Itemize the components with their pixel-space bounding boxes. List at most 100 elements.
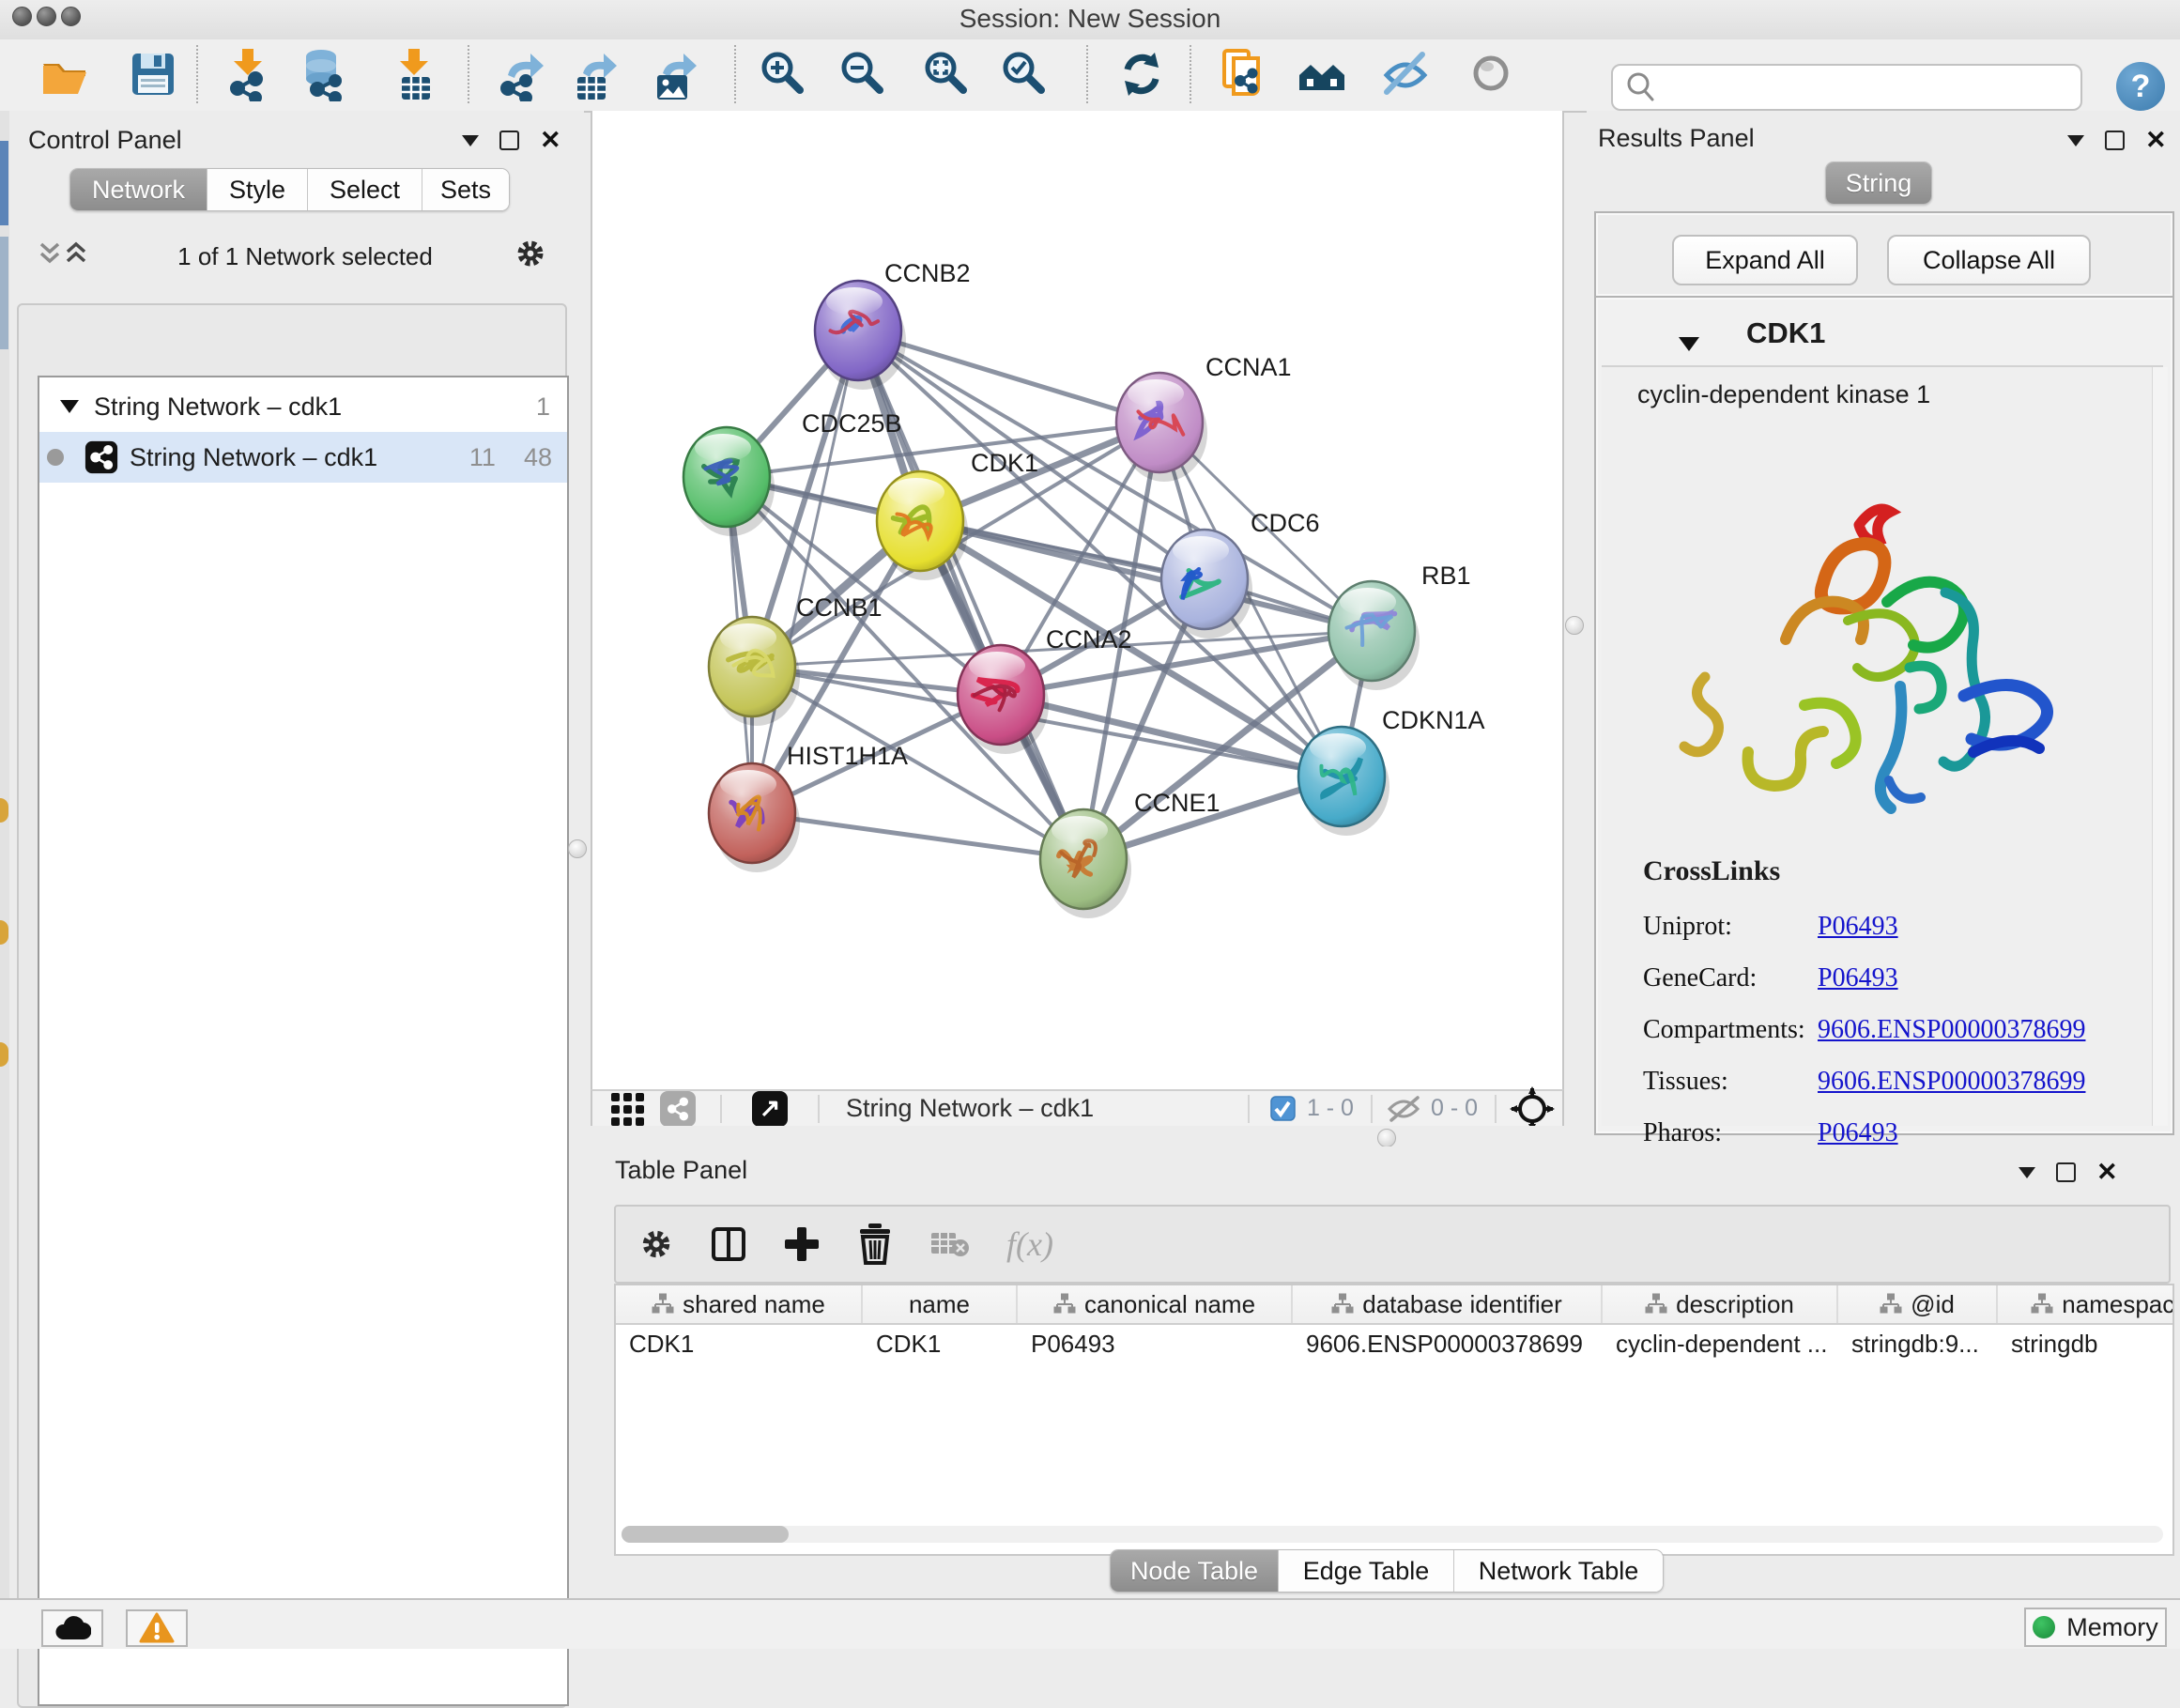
table-cell[interactable]: CDK1 [616, 1325, 863, 1362]
table-cell[interactable]: P06493 [1018, 1325, 1293, 1362]
zoom-out-icon[interactable] [837, 47, 889, 101]
tab-select[interactable]: Select [308, 169, 422, 210]
column-header-name[interactable]: name [863, 1285, 1018, 1323]
crosslink-link[interactable]: 9606.ENSP00000378699 [1818, 1015, 2085, 1045]
search-field[interactable] [1611, 64, 2082, 111]
import-database-icon[interactable] [297, 47, 349, 101]
refresh-layout-icon[interactable] [1115, 47, 1168, 101]
network-node-rb1[interactable] [1328, 581, 1420, 690]
column-header--id[interactable]: @id [1838, 1285, 1998, 1323]
zoom-selected-icon[interactable] [998, 47, 1051, 101]
hide-selected-icon[interactable] [1379, 47, 1432, 101]
table-hscrollbar-thumb[interactable] [622, 1526, 789, 1543]
open-session-icon[interactable] [38, 47, 91, 101]
control-panel-title: Control Panel [28, 126, 182, 155]
tab-node-table[interactable]: Node Table [1111, 1550, 1279, 1592]
table-cell[interactable]: cyclin-dependent ... [1603, 1325, 1838, 1362]
tab-style[interactable]: Style [207, 169, 308, 210]
warning-button[interactable] [126, 1609, 188, 1647]
selected-checkbox-icon[interactable] [1270, 1096, 1296, 1121]
delete-column-icon[interactable] [856, 1223, 894, 1265]
network-node-cdk1[interactable] [877, 471, 968, 580]
export-table-icon[interactable] [570, 47, 622, 101]
hidden-eye-icon[interactable] [1386, 1094, 1421, 1124]
network-canvas[interactable]: CCNB2CCNA1CDC25BCDK1CDC6RB1CCNB1CCNA2CDK… [591, 111, 1564, 1089]
first-neighbors-icon[interactable] [1296, 47, 1348, 101]
network-node-cdc25b[interactable] [683, 427, 775, 536]
entry-description: cyclin-dependent kinase 1 [1637, 380, 1930, 409]
table-cell[interactable]: CDK1 [863, 1325, 1018, 1362]
left-splitter-handle[interactable] [568, 839, 587, 858]
help-button[interactable]: ? [2116, 62, 2165, 111]
memory-button[interactable]: Memory [2024, 1608, 2167, 1647]
crosslink-link[interactable]: P06493 [1818, 1118, 1898, 1148]
column-header-namespace[interactable]: namespace [1998, 1285, 2174, 1323]
right-splitter-handle[interactable] [1565, 616, 1584, 635]
table-cell[interactable]: stringdb:9... [1838, 1325, 1998, 1362]
column-header-database-identifier[interactable]: database identifier [1293, 1285, 1603, 1323]
fit-content-crosshair-icon[interactable] [1510, 1086, 1555, 1131]
crosslink-link[interactable]: P06493 [1818, 963, 1898, 993]
column-header-shared-name[interactable]: shared name [616, 1285, 863, 1323]
column-header-description[interactable]: description [1603, 1285, 1838, 1323]
import-table-icon[interactable] [389, 47, 441, 101]
tab-string[interactable]: String [1826, 162, 1931, 204]
tree-expander-icon[interactable] [60, 400, 79, 413]
tab-edge-table[interactable]: Edge Table [1279, 1550, 1454, 1592]
table-hscrollbar[interactable] [622, 1526, 2163, 1543]
results-scrollbar[interactable] [2152, 367, 2168, 1126]
birds-eye-view-icon[interactable] [609, 1090, 647, 1128]
tab-network[interactable]: Network [70, 169, 207, 210]
float-panel-icon[interactable] [2067, 135, 2084, 146]
network-collection-row[interactable]: String Network – cdk1 1 [39, 377, 567, 432]
entry-expander-icon[interactable] [1679, 337, 1699, 351]
search-input[interactable] [1660, 68, 2080, 107]
save-session-icon[interactable] [126, 47, 178, 101]
table-cell[interactable]: 9606.ENSP00000378699 [1293, 1325, 1603, 1362]
close-panel-icon[interactable]: ✕ [540, 128, 561, 153]
table-splitter-handle[interactable] [1377, 1129, 1396, 1147]
table-row[interactable]: CDK1CDK1P064939606.ENSP00000378699cyclin… [616, 1325, 2172, 1362]
expand-all-networks-icon[interactable] [64, 240, 88, 267]
detach-view-icon[interactable]: ↗ [752, 1091, 788, 1127]
crosslink-link[interactable]: P06493 [1818, 912, 1898, 942]
close-panel-icon[interactable]: ✕ [2096, 1160, 2118, 1185]
zoom-in-icon[interactable] [757, 47, 809, 101]
maximize-panel-icon[interactable] [2056, 1162, 2076, 1182]
network-edge[interactable] [752, 813, 1083, 859]
share-file-icon[interactable] [1219, 47, 1271, 101]
show-columns-icon[interactable] [710, 1225, 747, 1263]
close-panel-icon[interactable]: ✕ [2145, 128, 2167, 153]
network-node-ccne1[interactable] [1040, 809, 1131, 918]
import-network-icon[interactable] [223, 47, 275, 101]
collapse-all-networks-icon[interactable] [38, 240, 62, 267]
column-header-canonical-name[interactable]: canonical name [1018, 1285, 1293, 1323]
float-panel-icon[interactable] [462, 135, 479, 146]
maximize-panel-icon[interactable] [499, 131, 519, 150]
network-node-ccna1[interactable] [1116, 373, 1207, 482]
zoom-fit-icon[interactable] [920, 47, 973, 101]
crosslink-link[interactable]: 9606.ENSP00000378699 [1818, 1067, 2085, 1097]
network-node-ccnb2[interactable] [815, 281, 906, 390]
export-network-icon[interactable] [497, 47, 549, 101]
create-column-icon[interactable] [783, 1225, 821, 1263]
network-edge[interactable] [1001, 695, 1342, 777]
network-node-hist1h1a[interactable] [709, 763, 800, 872]
export-image-icon[interactable] [650, 47, 702, 101]
float-panel-icon[interactable] [2019, 1167, 2035, 1178]
show-all-icon[interactable] [1465, 47, 1517, 101]
expand-all-button[interactable]: Expand All [1672, 235, 1858, 285]
table-cell[interactable]: stringdb [1998, 1325, 2174, 1362]
string-view-icon[interactable] [660, 1091, 696, 1127]
maximize-panel-icon[interactable] [2105, 131, 2125, 150]
cloud-button[interactable] [41, 1609, 103, 1647]
tab-network-table[interactable]: Network Table [1454, 1550, 1663, 1592]
collapse-all-button[interactable]: Collapse All [1887, 235, 2091, 285]
tab-sets[interactable]: Sets [422, 169, 509, 210]
network-node-cdkn1a[interactable] [1298, 727, 1389, 836]
table-gear-icon[interactable] [638, 1226, 674, 1262]
gear-icon[interactable] [514, 237, 547, 270]
crosslink-row: Pharos:P06493 [1643, 1118, 2131, 1148]
network-row-selected[interactable]: String Network – cdk1 11 48 [39, 432, 567, 483]
network-edge[interactable] [752, 331, 858, 813]
